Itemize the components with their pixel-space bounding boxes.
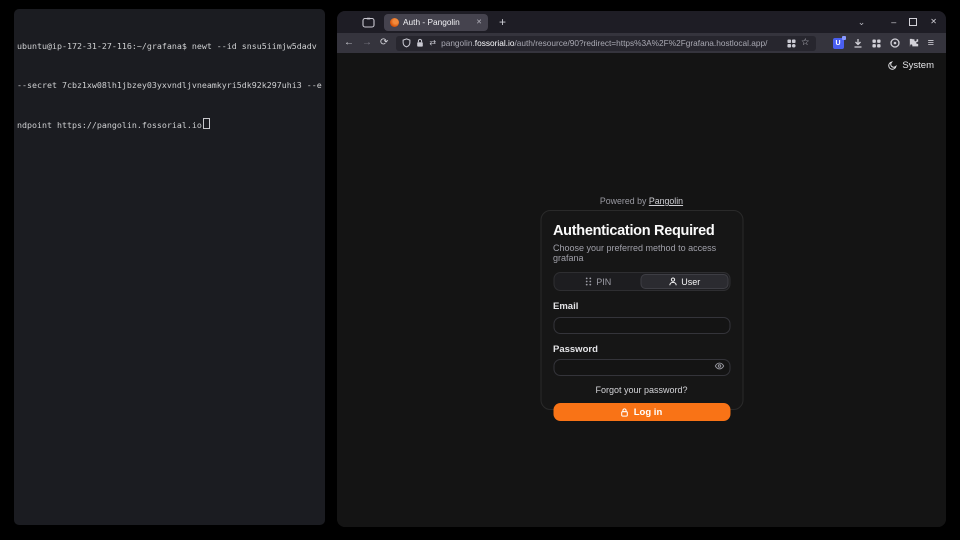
new-tab-button[interactable]: +: [499, 16, 506, 28]
firefox-view-icon[interactable]: [362, 17, 375, 28]
close-window-button[interactable]: ✕: [930, 18, 937, 26]
pin-keypad-icon: [584, 277, 592, 286]
terminal-line: --secret 7cbz1xw08lh1jbzey03yxvndljvneam…: [17, 79, 323, 92]
extensions-puzzle-icon[interactable]: [909, 38, 919, 48]
email-label: Email: [553, 301, 730, 312]
url-domain: fossorial.io: [475, 38, 515, 48]
page-content: System Powered by Pangolin Authenticatio…: [337, 53, 946, 527]
browser-toolbar: ← → ⟳ ⇄ pangolin.fossorial.io/auth/resou…: [337, 33, 946, 53]
bookmark-star-icon[interactable]: ☆: [801, 38, 810, 48]
moon-icon: [888, 61, 897, 70]
powered-by: Powered by Pangolin: [337, 196, 946, 206]
window-controls: – ✕: [891, 18, 937, 27]
browser-tab-auth-pangolin[interactable]: Auth - Pangolin ✕: [384, 14, 488, 31]
lock-icon[interactable]: [416, 38, 424, 48]
tab-strip: Auth - Pangolin ✕ + ⌄ – ✕: [337, 11, 946, 33]
circle-extension-icon[interactable]: [890, 38, 900, 48]
card-subtitle: Choose your preferred method to access g…: [553, 243, 730, 263]
login-lock-icon: [621, 408, 629, 417]
show-password-eye-icon[interactable]: [714, 362, 724, 370]
pangolin-favicon: [390, 18, 399, 27]
tab-close-icon[interactable]: ✕: [476, 19, 482, 26]
terminal-cursor: [203, 118, 210, 129]
url-bar[interactable]: ⇄ pangolin.fossorial.io/auth/resource/90…: [396, 36, 815, 51]
tab-title: Auth - Pangolin: [403, 17, 472, 27]
maximize-button[interactable]: [909, 18, 917, 26]
auth-method-tabs: PIN User: [553, 272, 730, 291]
pangolin-link[interactable]: Pangolin: [649, 196, 683, 206]
forgot-password-link[interactable]: Forgot your password?: [553, 385, 730, 395]
hamburger-menu-icon[interactable]: ≡: [928, 38, 934, 49]
tab-user-label: User: [681, 277, 700, 287]
email-field[interactable]: [553, 317, 730, 334]
terminal-line: ubuntu@ip-172-31-27-116:~/grafana$ newt …: [17, 40, 323, 53]
url-text: pangolin.fossorial.io/auth/resource/90?r…: [441, 38, 782, 48]
password-field[interactable]: [553, 359, 730, 376]
downloads-icon[interactable]: [853, 38, 863, 48]
theme-label: System: [902, 60, 934, 71]
containers-grid-icon[interactable]: [787, 39, 796, 48]
tab-user[interactable]: User: [641, 274, 729, 289]
auth-card: Authentication Required Choose your pref…: [540, 210, 743, 410]
extension-toolbar: U: [833, 38, 934, 49]
back-button[interactable]: ←: [344, 38, 354, 48]
forward-button[interactable]: →: [362, 38, 372, 48]
terminal-window[interactable]: ubuntu@ip-172-31-27-116:~/grafana$ newt …: [14, 9, 325, 525]
permissions-exchange-icon[interactable]: ⇄: [429, 39, 436, 47]
terminal-line: ndpoint https://pangolin.fossorial.io: [17, 118, 323, 132]
url-path: /auth/resource/90?redirect=https%3A%2F%2…: [514, 38, 767, 48]
login-label: Log in: [634, 407, 663, 418]
extension-badge: [842, 36, 846, 40]
reload-button[interactable]: ⟳: [380, 38, 388, 48]
url-subdomain: pangolin.: [441, 38, 475, 48]
password-label: Password: [553, 344, 730, 355]
login-button[interactable]: Log in: [553, 403, 730, 421]
blue-extension-icon[interactable]: U: [833, 38, 844, 49]
tab-pin-label: PIN: [596, 277, 611, 287]
minimize-button[interactable]: –: [891, 18, 896, 27]
tab-pin[interactable]: PIN: [555, 274, 641, 289]
list-tabs-chevron-icon[interactable]: ⌄: [858, 18, 866, 27]
tracking-shield-icon[interactable]: [402, 38, 411, 48]
card-title: Authentication Required: [553, 223, 730, 239]
grid-extension-icon[interactable]: [872, 39, 881, 48]
user-icon: [668, 277, 677, 286]
theme-toggle[interactable]: System: [888, 60, 934, 71]
browser-window: Auth - Pangolin ✕ + ⌄ – ✕ ← → ⟳: [337, 11, 946, 527]
